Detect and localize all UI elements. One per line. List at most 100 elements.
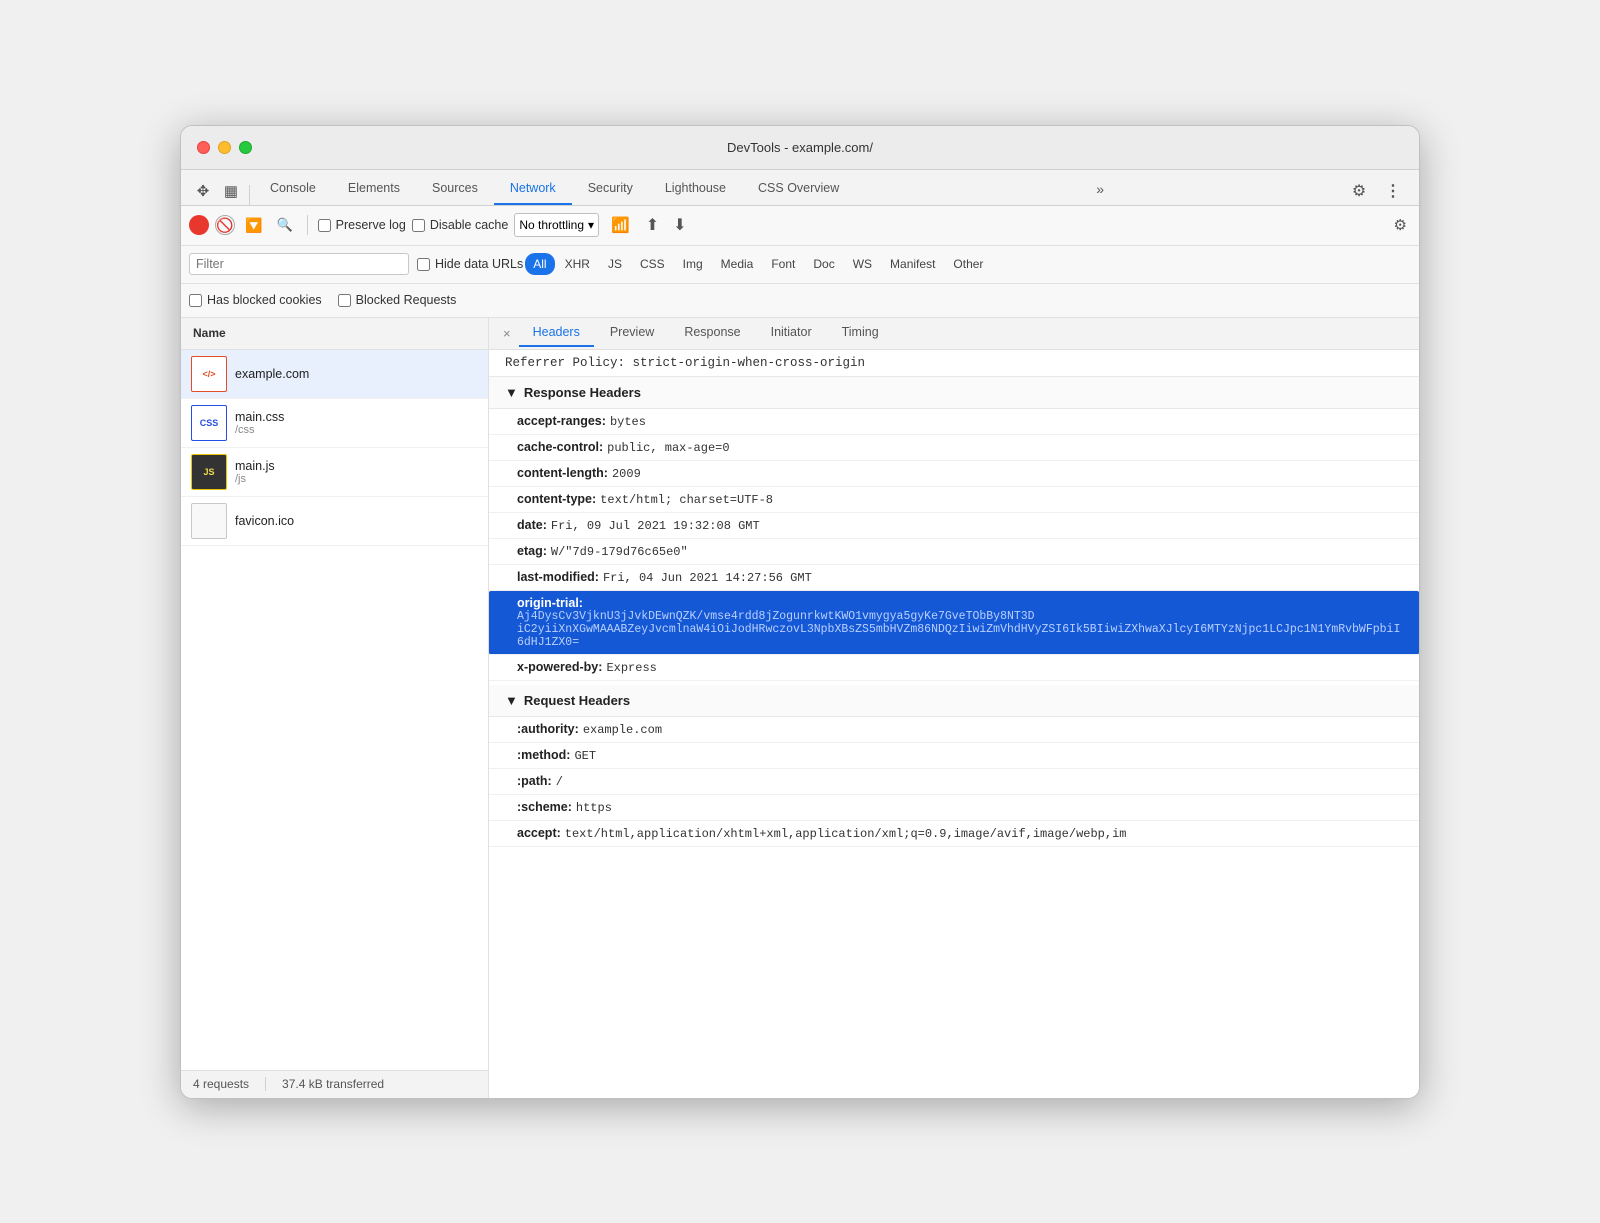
header-content-length: content-length: 2009 xyxy=(489,461,1419,487)
throttle-select[interactable]: No throttling ▾ xyxy=(514,213,599,237)
filter-chip-ws[interactable]: WS xyxy=(845,253,880,275)
more-tabs-button[interactable]: » xyxy=(1088,173,1112,205)
right-tab-preview[interactable]: Preview xyxy=(596,319,668,347)
tab-network[interactable]: Network xyxy=(494,173,572,205)
download-button[interactable]: ⬇ xyxy=(669,213,690,237)
right-tab-response[interactable]: Response xyxy=(670,319,754,347)
layout-tool-button[interactable]: ▦ xyxy=(217,177,245,205)
response-headers-section-title[interactable]: ▼ Response Headers xyxy=(489,377,1419,409)
header-key-method: :method: xyxy=(517,748,570,762)
filter-chip-all[interactable]: All xyxy=(525,253,554,275)
request-item-main-css[interactable]: CSS main.css /css xyxy=(181,399,488,448)
filter-chip-doc[interactable]: Doc xyxy=(805,253,842,275)
tab-lighthouse[interactable]: Lighthouse xyxy=(649,173,742,205)
filter-input[interactable] xyxy=(189,253,409,275)
minimize-button[interactable] xyxy=(218,141,231,154)
request-item-main-js[interactable]: JS main.js /js xyxy=(181,448,488,497)
header-content-type: content-type: text/html; charset=UTF-8 xyxy=(489,487,1419,513)
close-button[interactable] xyxy=(197,141,210,154)
has-blocked-cookies-checkbox[interactable] xyxy=(189,294,202,307)
header-key-etag: etag: xyxy=(517,544,547,558)
header-key-last-modified: last-modified: xyxy=(517,570,599,584)
right-panel: × Headers Preview Response Initiator Tim… xyxy=(489,318,1419,1098)
request-headers-section-title[interactable]: ▼ Request Headers xyxy=(489,685,1419,717)
blocked-row: Has blocked cookies Blocked Requests xyxy=(181,284,1419,318)
tab-elements[interactable]: Elements xyxy=(332,173,416,205)
request-icon-js: JS xyxy=(191,454,227,490)
tab-css-overview[interactable]: CSS Overview xyxy=(742,173,855,205)
tab-sources[interactable]: Sources xyxy=(416,173,494,205)
preserve-log-checkbox-label[interactable]: Preserve log xyxy=(318,218,406,232)
network-settings-button[interactable]: ⚙ xyxy=(1390,212,1411,238)
header-cache-control: cache-control: public, max-age=0 xyxy=(489,435,1419,461)
header-val-scheme: https xyxy=(576,801,612,815)
hide-data-urls-checkbox[interactable] xyxy=(417,258,430,271)
settings-button[interactable]: ⚙ xyxy=(1345,177,1373,205)
filter-chip-img[interactable]: Img xyxy=(675,253,711,275)
header-key-authority: :authority: xyxy=(517,722,579,736)
status-separator xyxy=(265,1077,266,1091)
requests-header-name: Name xyxy=(193,326,226,340)
filter-chip-xhr[interactable]: XHR xyxy=(557,253,598,275)
cursor-tool-button[interactable]: ✥ xyxy=(189,177,217,205)
filter-chip-css[interactable]: CSS xyxy=(632,253,673,275)
filter-button[interactable]: 🔽 xyxy=(241,215,266,236)
menu-button[interactable]: ⋮ xyxy=(1379,177,1407,205)
request-info-example-com: example.com xyxy=(235,367,478,381)
blocked-requests-checkbox[interactable] xyxy=(338,294,351,307)
right-tabs: × Headers Preview Response Initiator Tim… xyxy=(489,318,1419,350)
toolbar-separator xyxy=(249,185,250,205)
upload-button[interactable]: ⬆ xyxy=(642,213,663,237)
disable-cache-checkbox[interactable] xyxy=(412,219,425,232)
filter-chip-manifest[interactable]: Manifest xyxy=(882,253,943,275)
hide-data-urls-label[interactable]: Hide data URLs xyxy=(417,257,523,271)
has-blocked-cookies-label[interactable]: Has blocked cookies xyxy=(189,293,322,307)
clear-button[interactable]: 🚫 xyxy=(215,215,235,235)
filter-chip-other[interactable]: Other xyxy=(945,253,991,275)
header-val-accept-ranges: bytes xyxy=(610,415,646,429)
request-name-main-css: main.css xyxy=(235,410,478,424)
tabs-bar: ✥ ▦ Console Elements Sources Network Sec… xyxy=(181,170,1419,206)
record-button[interactable] xyxy=(189,215,209,235)
header-val-origin-trial: Aj4DysCv3VjknU3jJvkDEwnQZK/vmse4rdd8jZog… xyxy=(517,610,1403,649)
request-section-triangle: ▼ xyxy=(505,693,518,708)
request-path-main-js: /js xyxy=(235,473,478,485)
referrer-policy-row: Referrer Policy: strict-origin-when-cros… xyxy=(489,350,1419,377)
response-section-label: Response Headers xyxy=(524,385,641,400)
close-details-button[interactable]: × xyxy=(497,319,517,347)
right-tab-initiator[interactable]: Initiator xyxy=(757,319,826,347)
preserve-log-checkbox[interactable] xyxy=(318,219,331,232)
filter-chip-font[interactable]: Font xyxy=(763,253,803,275)
header-etag: etag: W/"7d9-179d76c65e0" xyxy=(489,539,1419,565)
header-val-date: Fri, 09 Jul 2021 19:32:08 GMT xyxy=(551,519,760,533)
referrer-policy-text: Referrer Policy: strict-origin-when-cros… xyxy=(505,356,865,370)
header-accept: accept: text/html,application/xhtml+xml,… xyxy=(489,821,1419,847)
tab-console[interactable]: Console xyxy=(254,173,332,205)
header-val-content-type: text/html; charset=UTF-8 xyxy=(600,493,773,507)
header-authority: :authority: example.com xyxy=(489,717,1419,743)
search-button[interactable]: 🔍 xyxy=(272,215,296,235)
header-val-accept: text/html,application/xhtml+xml,applicat… xyxy=(565,827,1127,841)
blocked-requests-label[interactable]: Blocked Requests xyxy=(338,293,457,307)
transfer-size: 37.4 kB transferred xyxy=(282,1077,384,1091)
request-icon-ico xyxy=(191,503,227,539)
header-val-authority: example.com xyxy=(583,723,662,737)
right-tab-headers[interactable]: Headers xyxy=(519,319,594,347)
header-last-modified: last-modified: Fri, 04 Jun 2021 14:27:56… xyxy=(489,565,1419,591)
header-key-date: date: xyxy=(517,518,547,532)
filter-chips: Hide data URLs All XHR JS CSS Img Media … xyxy=(417,253,991,275)
filter-chip-js[interactable]: JS xyxy=(600,253,630,275)
filter-chip-media[interactable]: Media xyxy=(713,253,762,275)
header-date: date: Fri, 09 Jul 2021 19:32:08 GMT xyxy=(489,513,1419,539)
left-panel: Name </> example.com CSS main.css /css xyxy=(181,318,489,1098)
maximize-button[interactable] xyxy=(239,141,252,154)
tab-security[interactable]: Security xyxy=(572,173,649,205)
wifi-icon-button[interactable]: 📶 xyxy=(605,211,636,239)
header-key-accept: accept: xyxy=(517,826,561,840)
right-tab-timing[interactable]: Timing xyxy=(828,319,893,347)
request-item-favicon[interactable]: favicon.ico xyxy=(181,497,488,546)
header-val-last-modified: Fri, 04 Jun 2021 14:27:56 GMT xyxy=(603,571,812,585)
response-section-triangle: ▼ xyxy=(505,385,518,400)
request-item-example-com[interactable]: </> example.com xyxy=(181,350,488,399)
disable-cache-checkbox-label[interactable]: Disable cache xyxy=(412,218,509,232)
